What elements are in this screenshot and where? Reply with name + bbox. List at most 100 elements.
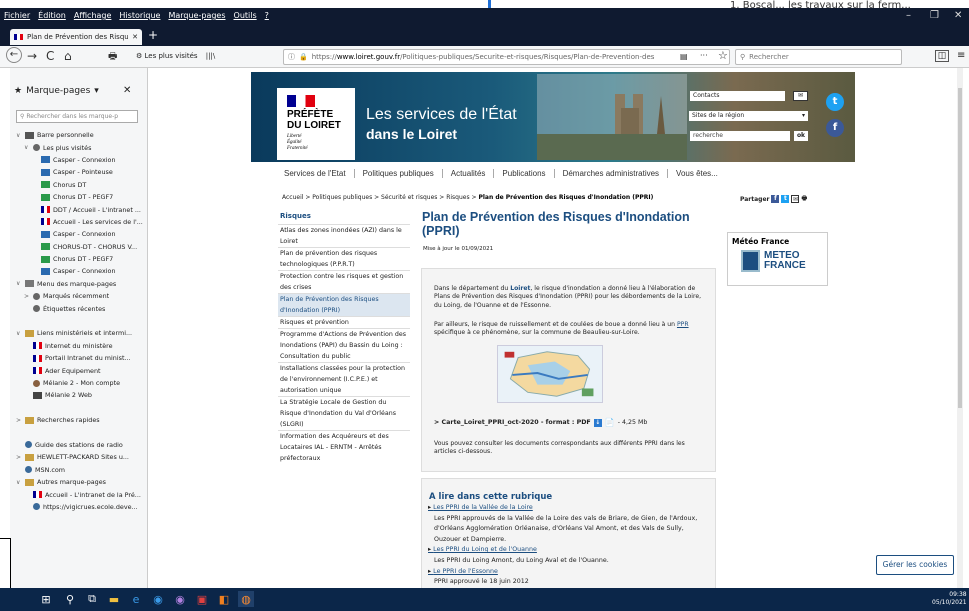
reload-button[interactable]: C	[46, 49, 54, 63]
bookmark-item[interactable]: Mélanie 2 Web	[16, 389, 144, 401]
rubrique-item[interactable]: La Stratégie Locale de Gestion du Risque…	[278, 396, 410, 430]
reader-view-icon[interactable]: ▤	[680, 52, 688, 61]
sites-region-select[interactable]: Sites de la région ▾	[689, 111, 808, 121]
rubrique-item[interactable]: Installations classées pour la protectio…	[278, 362, 410, 396]
site-search-input[interactable]: recherche	[690, 131, 790, 141]
related-link[interactable]: ▸ Les PPRI du Loing et de l'Ouanne	[428, 545, 712, 556]
breadcrumb-path[interactable]: Accueil > Politiques publiques > Sécurit…	[282, 194, 478, 201]
close-window-button[interactable]: ✕	[954, 10, 962, 21]
twisty-icon[interactable]: ∨	[16, 479, 22, 486]
bookmark-item[interactable]: ∨ Les plus visités	[16, 141, 144, 153]
windows-start-icon[interactable]: ⊞	[38, 591, 54, 607]
twisty-icon[interactable]: >	[16, 417, 22, 424]
bookmark-item[interactable]: > Recherches rapides	[16, 414, 144, 426]
twisty-icon[interactable]: ∨	[16, 330, 22, 337]
nav-politiques-publiques[interactable]: Politiques publiques	[355, 169, 443, 178]
twisty-icon[interactable]: ∨	[16, 280, 22, 287]
bookmark-item[interactable]: Casper - Pointeuse	[16, 166, 144, 178]
related-link[interactable]: ▸ Les PPRI de la Vallée de la Loire	[428, 503, 712, 514]
bookmark-item[interactable]: Ader Equipement	[16, 364, 144, 376]
twisty-icon[interactable]: >	[16, 454, 22, 461]
bookmark-item[interactable]: Casper - Connexion	[16, 265, 144, 277]
facebook-icon[interactable]: f	[771, 195, 780, 203]
mail-icon[interactable]: ✉	[793, 91, 808, 101]
mail-icon[interactable]: ✉	[791, 195, 800, 203]
twitter-icon[interactable]: t	[826, 93, 844, 111]
bookmark-item[interactable]: MSN.com	[16, 464, 144, 476]
ppri-map-image[interactable]	[497, 345, 603, 403]
system-clock[interactable]: 09:38 05/10/2021	[932, 591, 967, 607]
menu-outils[interactable]: Outils	[234, 11, 257, 20]
search-icon[interactable]: ⚲	[62, 591, 78, 607]
sidebar-search-input[interactable]: ⚲ Rechercher dans les marque-p	[16, 110, 138, 123]
print-button[interactable]: 🖶	[108, 49, 117, 66]
print-icon[interactable]: 🖶	[801, 194, 807, 204]
bookmark-item[interactable]: ∨ Liens ministériels et intermi...	[16, 327, 144, 339]
firefox-icon[interactable]: ◍	[238, 591, 254, 607]
menu-historique[interactable]: Historique	[119, 11, 160, 20]
bookmark-item[interactable]: > HEWLETT-PACKARD Sites u...	[16, 451, 144, 463]
bookmark-item[interactable]: Casper - Connexion	[16, 228, 144, 240]
bookmark-item[interactable]: > Marqués récemment	[16, 290, 144, 302]
file-explorer-icon[interactable]: ▬	[106, 591, 122, 607]
bookmark-item[interactable]: Internet du ministère	[16, 340, 144, 352]
meteo-france-logo[interactable]: METEO FRANCE	[741, 250, 806, 272]
bookmark-item[interactable]: Portail Intranet du minist...	[16, 352, 144, 364]
contacts-link[interactable]: Contacts	[690, 91, 785, 101]
search-ok-button[interactable]: ok	[794, 131, 808, 141]
bookmark-item[interactable]: Étiquettes récentes	[16, 302, 144, 314]
rubrique-heading[interactable]: Risques	[278, 212, 410, 220]
sidebar-toggle-icon[interactable]: ◫	[935, 50, 949, 62]
twisty-icon[interactable]: ∨	[24, 144, 30, 151]
task-view-icon[interactable]: ⧉	[84, 591, 100, 607]
rubrique-item[interactable]: Risques et prévention	[278, 316, 410, 328]
rubrique-item[interactable]: Information des Acquéreurs et des Locata…	[278, 430, 410, 464]
pdf-download-link[interactable]: > Carte_Loiret_PPRI_oct-2020 - format : …	[434, 418, 647, 427]
bookmark-item[interactable]: ∨ Menu des marque-pages	[16, 278, 144, 290]
search-bar[interactable]: ⚲ Rechercher	[735, 49, 902, 65]
menu-edition[interactable]: Édition	[38, 11, 66, 20]
pdf-reader-icon[interactable]: ▣	[194, 591, 210, 607]
bookmark-item[interactable]: Casper - Connexion	[16, 154, 144, 166]
rubrique-item[interactable]: Protection contre les risques et gestion…	[278, 270, 410, 293]
nav-demarches[interactable]: Démarches administratives	[555, 169, 669, 178]
bookmark-item[interactable]: https://vigicrues.ecole.deve...	[16, 501, 144, 513]
related-link[interactable]: ▸ Le PPRI de l'Essonne	[428, 567, 712, 578]
ie-icon[interactable]: ◉	[150, 591, 166, 607]
bookmark-item[interactable]: Mélanie 2 - Mon compte	[16, 377, 144, 389]
menu-affichage[interactable]: Affichage	[74, 11, 112, 20]
hamburger-menu-icon[interactable]: ≡	[957, 50, 965, 61]
edge-icon[interactable]: e	[128, 591, 144, 607]
nav-publications[interactable]: Publications	[494, 169, 555, 178]
maximize-button[interactable]: ❐	[930, 10, 939, 21]
nav-services-etat[interactable]: Services de l'Etat	[276, 169, 355, 178]
rubrique-item[interactable]: Atlas des zones inondées (AZI) dans le L…	[278, 224, 410, 247]
manage-cookies-button[interactable]: Gérer les cookies	[876, 555, 954, 575]
tab-close-icon[interactable]: ✕	[132, 33, 138, 41]
back-button[interactable]: ←	[6, 47, 22, 63]
menu-aide[interactable]: ?	[265, 11, 269, 20]
bookmark-item[interactable]: Chorus DT - PEGF7	[16, 253, 144, 265]
twisty-icon[interactable]: >	[24, 293, 30, 300]
twisty-icon[interactable]: ∨	[16, 132, 22, 139]
scrollbar-thumb[interactable]	[958, 88, 962, 408]
rubrique-item[interactable]: Plan de prévention des risques technolog…	[278, 247, 410, 270]
tab-active[interactable]: Plan de Prévention des Risques ✕	[10, 29, 142, 45]
nav-actualites[interactable]: Actualités	[443, 169, 495, 178]
nav-vous-etes[interactable]: Vous êtes...	[668, 169, 726, 178]
twitter-icon[interactable]: t	[781, 195, 790, 203]
bookmark-item[interactable]: CHORUS-DT - CHORUS V...	[16, 241, 144, 253]
bookmark-item[interactable]: DDT / Accueil - L'intranet ...	[16, 203, 144, 215]
minimize-button[interactable]: –	[906, 10, 911, 21]
frequent-bookmarks[interactable]: ⚙ Les plus visités |||\	[136, 52, 215, 60]
bookmark-item[interactable]: Guide des stations de radio	[16, 439, 144, 451]
sidebar-header[interactable]: ★ Marque-pages ▾	[14, 86, 99, 96]
forward-button[interactable]: →	[27, 49, 37, 63]
office-icon[interactable]: ◧	[216, 591, 232, 607]
url-bar[interactable]: ⓘ 🔒 https://www.loiret.gouv.fr/Politique…	[283, 49, 730, 65]
app-icon[interactable]: ◉	[172, 591, 188, 607]
new-tab-button[interactable]: +	[148, 28, 158, 42]
page-actions-button[interactable]: ···	[700, 51, 708, 60]
bookmark-star-icon[interactable]: ☆	[718, 49, 728, 62]
rubrique-item[interactable]: Plan de Prévention des Risques d'Inondat…	[278, 293, 410, 316]
